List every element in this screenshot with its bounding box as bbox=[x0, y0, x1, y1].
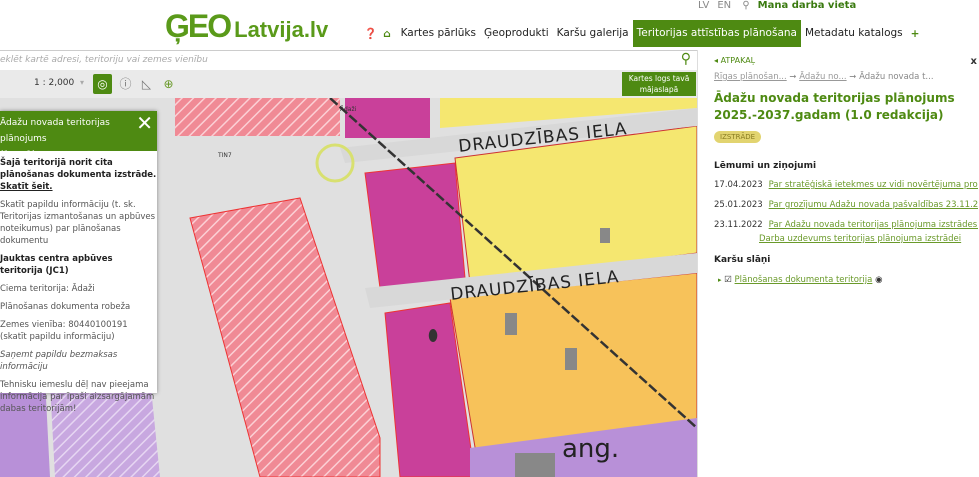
nav-map-browser[interactable]: Kartes pārlūks bbox=[397, 20, 480, 47]
search-icon[interactable]: ⚲ bbox=[681, 51, 691, 67]
help-icon[interactable]: ❓ bbox=[364, 27, 377, 40]
map-pin-icon: ⬮ bbox=[428, 326, 438, 346]
measure-icon[interactable]: ◺ bbox=[137, 74, 156, 94]
scale-select[interactable]: 1 : 2,000 bbox=[34, 78, 74, 88]
nav-map-gallery[interactable]: Karšu galerija bbox=[553, 20, 633, 47]
chevron-down-icon[interactable]: ▾ bbox=[80, 78, 84, 87]
breadcrumb: Rīgas plānošan... ➞ Ādažu no... ➞ Ādažu … bbox=[714, 72, 934, 82]
identify-icon[interactable]: ◎ bbox=[93, 74, 112, 94]
language-bar: LV EN ⚲ Mana darba vieta bbox=[698, 0, 864, 11]
map-label: Ādaži bbox=[340, 106, 356, 113]
details-panel: ◂ ATPAKAĻ x Rīgas plānošan... ➞ Ādažu no… bbox=[697, 50, 979, 477]
back-button[interactable]: ◂ ATPAKAĻ bbox=[714, 56, 755, 65]
info-link[interactable]: Skatīt papildu informāciju (t. sk. Terit… bbox=[0, 199, 157, 247]
list-item: 25.01.2023Par grozījumu Ādažu novada paš… bbox=[714, 200, 978, 210]
visibility-icon[interactable]: ◉ bbox=[875, 275, 882, 285]
see-here-link[interactable]: Skatīt šeit. bbox=[0, 182, 53, 192]
embed-map-button[interactable]: Kartes logs tavā mājaslapā bbox=[622, 72, 696, 96]
map-label: ang. bbox=[562, 434, 619, 464]
close-icon[interactable]: ✕ bbox=[136, 112, 153, 134]
layer-checkbox[interactable]: ☑ bbox=[724, 275, 732, 285]
free-info-link[interactable]: Saņemt papildu bezmaksas informāciju bbox=[0, 349, 157, 373]
lang-en[interactable]: EN bbox=[717, 0, 731, 11]
list-item: Darba uzdevums teritorijas plānojuma izs… bbox=[714, 234, 978, 244]
list-item: 23.11.2022Par Ādažu novada teritorijas p… bbox=[714, 220, 978, 230]
home-icon[interactable]: ⌂ bbox=[383, 28, 391, 40]
user-icon: ⚲ bbox=[742, 0, 749, 11]
zoom-icon[interactable]: ⊕ bbox=[159, 74, 178, 94]
header: ĢEOLatvija.lv LV EN ⚲ Mana darba vieta ❓ ⌂ … bbox=[0, 0, 979, 50]
close-panel-button[interactable]: x bbox=[971, 56, 977, 67]
nav-metadata[interactable]: Metadatu katalogs bbox=[801, 20, 907, 47]
list-item: 17.04.2023Par stratēģiskā ietekmes uz vi… bbox=[714, 180, 978, 190]
main-nav: ❓ ⌂ Kartes pārlūks Ģeoprodukti Karšu gale… bbox=[364, 20, 925, 47]
workspace-link[interactable]: Mana darba vieta bbox=[758, 0, 857, 11]
nav-territory-planning[interactable]: Teritorijas attīstības plānošana bbox=[633, 20, 801, 47]
logo[interactable]: ĢEOLatvija.lv bbox=[165, 8, 328, 45]
lang-lv[interactable]: LV bbox=[698, 0, 709, 11]
info-point-icon[interactable]: ⓘ bbox=[116, 74, 135, 94]
map-label: TIN7 bbox=[218, 152, 232, 159]
layers-heading: Karšu slāņi bbox=[714, 255, 770, 265]
map-toolbar: 1 : 2,000 ▾ ◎ ⓘ ◺ ⊕ Kartes logs tavā māj… bbox=[0, 70, 697, 98]
parcel-link[interactable]: (skatīt papildu informāciju) bbox=[0, 332, 115, 342]
zone-hatched bbox=[175, 98, 340, 136]
nav-geoproducts[interactable]: Ģeoprodukti bbox=[480, 20, 553, 47]
page-title: Ādažu novada teritorijas plānojums 2025.… bbox=[714, 90, 964, 124]
feature-popup: Ādažu novada teritorijas plānojums(1 no … bbox=[0, 111, 157, 393]
layer-item: ▸ ☑ Plānošanas dokumenta teritorija ◉ bbox=[718, 275, 882, 285]
plus-icon[interactable]: + bbox=[911, 28, 920, 40]
search-input[interactable]: eklēt kartē adresi, teritoriju vai zemes… bbox=[0, 50, 697, 70]
popup-title: Ādažu novada teritorijas plānojums bbox=[0, 118, 110, 144]
expand-icon[interactable]: ▸ bbox=[718, 276, 722, 284]
decisions-heading: Lēmumi un ziņojumi bbox=[714, 161, 816, 171]
status-badge: IZSTRĀDE bbox=[714, 131, 761, 143]
